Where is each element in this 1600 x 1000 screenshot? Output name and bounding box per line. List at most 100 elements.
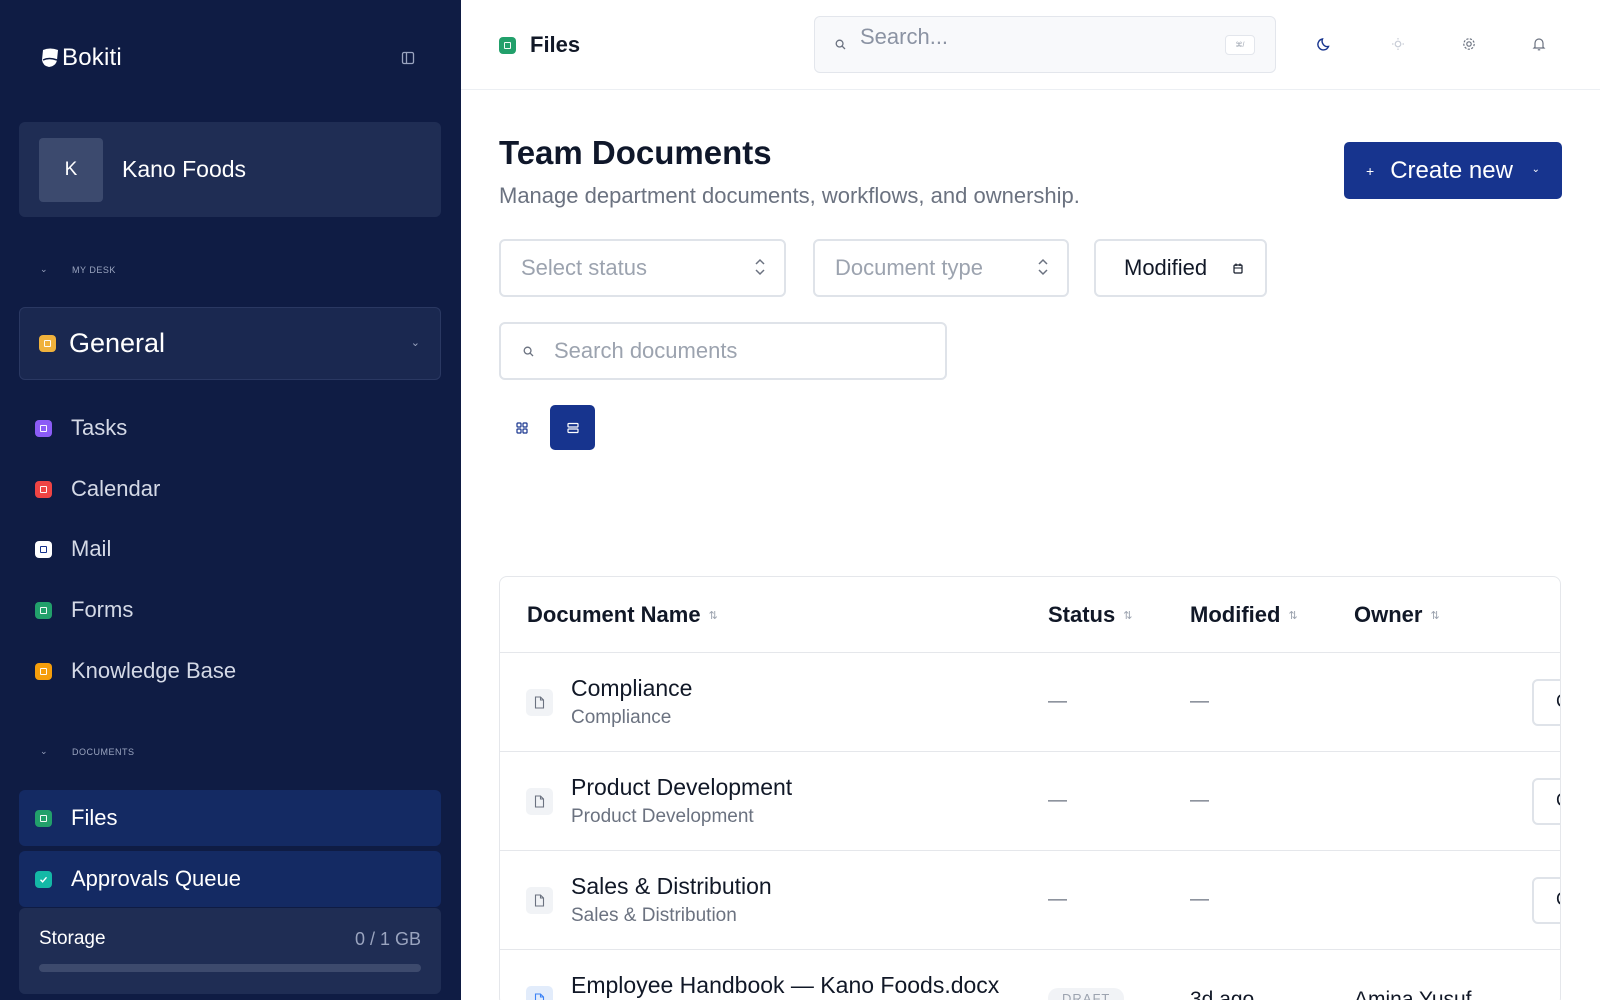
keyboard-shortcut-badge: ⌘/: [1225, 35, 1255, 55]
sidebar-item-tasks[interactable]: Tasks: [19, 400, 441, 456]
table-row[interactable]: Employee Handbook — Kano Foods.docx DRAF…: [500, 950, 1560, 1000]
sort-icon: ⇅: [1430, 609, 1440, 622]
document-icon: [526, 788, 553, 815]
modified-cell: —: [1190, 889, 1209, 910]
list-view-icon: [566, 422, 579, 433]
org-name: Kano Foods: [122, 156, 247, 182]
document-search-input[interactable]: Search documents: [499, 322, 947, 380]
row-action-button[interactable]: C: [1532, 877, 1560, 924]
chevron-up-down-icon: [755, 258, 765, 276]
row-action-button[interactable]: C: [1532, 679, 1560, 726]
brand-name: Bokiti: [62, 44, 122, 71]
section-label: MY DESK: [72, 264, 116, 275]
sun-icon[interactable]: [1390, 36, 1406, 52]
sidebar-item-label: Forms: [71, 597, 134, 622]
sidebar-item-forms[interactable]: Forms: [19, 582, 441, 638]
table-row[interactable]: Compliance Compliance — — C: [500, 653, 1560, 752]
form-icon: [35, 601, 52, 619]
sidebar-item-knowledge-base[interactable]: Knowledge Base: [19, 643, 441, 699]
sort-icon: ⇅: [708, 609, 718, 622]
folder-icon: [39, 335, 56, 352]
column-header-status[interactable]: Status ⇅: [1048, 602, 1132, 628]
document-name[interactable]: Sales & Distribution: [571, 873, 772, 900]
search-icon: [835, 39, 846, 50]
sidebar-item-label: Approvals Queue: [71, 866, 241, 891]
chevron-up-down-icon: [1038, 258, 1048, 276]
chevron-down-icon: ⌄: [40, 746, 49, 756]
status-select[interactable]: Select status: [499, 239, 786, 297]
storage-value: 0 / 1 GB: [354, 928, 421, 949]
collapse-sidebar-icon[interactable]: [400, 50, 416, 66]
section-label: DOCUMENTS: [72, 746, 135, 757]
sidebar-item-files[interactable]: Files: [19, 790, 441, 846]
modified-cell: 3d ago: [1190, 988, 1255, 1000]
chevron-down-icon: ⌄: [1531, 164, 1540, 175]
document-name[interactable]: Employee Handbook — Kano Foods.docx: [571, 972, 999, 999]
top-bar: Files Search... ⌘/: [461, 0, 1600, 90]
document-name[interactable]: Compliance: [571, 675, 692, 702]
section-my-desk[interactable]: ⌄ MY DESK: [40, 264, 116, 275]
status-select-placeholder: Select status: [521, 255, 647, 280]
bell-icon[interactable]: [1531, 36, 1547, 52]
document-icon: [526, 986, 553, 1000]
storage-progress-bar: [39, 964, 421, 972]
sidebar: Bokiti K Kano Foods ⌄ MY DESK General ⌄ …: [0, 0, 461, 1000]
create-new-label: Create new: [1390, 156, 1513, 184]
document-subtitle: Compliance: [571, 707, 672, 728]
calendar-icon: [1233, 263, 1243, 274]
modified-cell: —: [1190, 691, 1209, 712]
gear-icon[interactable]: [1461, 36, 1477, 52]
sort-icon: ⇅: [1123, 609, 1133, 622]
document-icon: [526, 887, 553, 914]
search-placeholder: Search...: [860, 23, 949, 49]
column-label: Status: [1048, 602, 1116, 627]
sidebar-item-label: Tasks: [71, 415, 128, 440]
file-icon: [499, 36, 516, 54]
sidebar-item-mail[interactable]: Mail: [19, 521, 441, 577]
org-switcher[interactable]: K Kano Foods: [19, 122, 441, 217]
global-search-input[interactable]: Search... ⌘/: [814, 16, 1276, 73]
calendar-icon: [35, 480, 52, 498]
list-view-button[interactable]: [550, 405, 595, 450]
sort-icon: ⇅: [1288, 609, 1298, 622]
create-new-button[interactable]: + Create new ⌄: [1344, 142, 1562, 199]
check-icon: [35, 870, 52, 888]
column-label: Modified: [1190, 602, 1281, 627]
documents-table: Document Name ⇅ Status ⇅ Modified ⇅ Owne…: [499, 576, 1561, 1000]
chevron-down-icon: ⌄: [40, 264, 49, 274]
document-type-placeholder: Document type: [835, 255, 983, 280]
modified-cell: —: [1190, 790, 1209, 811]
chevron-down-icon: ⌄: [410, 337, 420, 349]
page-subtitle: Manage department documents, workflows, …: [499, 183, 1080, 208]
column-header-modified[interactable]: Modified ⇅: [1190, 602, 1298, 628]
document-subtitle: Product Development: [571, 806, 754, 827]
table-row[interactable]: Sales & Distribution Sales & Distributio…: [500, 851, 1560, 950]
document-type-select[interactable]: Document type: [813, 239, 1069, 297]
column-header-owner[interactable]: Owner ⇅: [1354, 602, 1440, 628]
sidebar-item-label: Knowledge Base: [71, 658, 237, 683]
column-header-document-name[interactable]: Document Name ⇅: [527, 602, 718, 628]
status-cell: —: [1048, 889, 1067, 910]
status-badge: DRAFT: [1048, 988, 1125, 1000]
sort-select[interactable]: Modified: [1094, 239, 1267, 297]
sidebar-item-calendar[interactable]: Calendar: [19, 461, 441, 517]
moon-icon[interactable]: [1317, 36, 1333, 52]
book-icon: [35, 662, 52, 680]
grid-icon: [515, 421, 528, 434]
general-workspace-dropdown[interactable]: General ⌄: [19, 307, 441, 380]
file-icon: [35, 809, 52, 827]
brand[interactable]: Bokiti: [40, 44, 122, 72]
row-action-button[interactable]: C: [1532, 778, 1560, 825]
column-label: Owner: [1354, 602, 1423, 627]
status-cell: —: [1048, 691, 1067, 712]
sidebar-item-approvals-queue[interactable]: Approvals Queue: [19, 851, 441, 907]
sidebar-item-label: Calendar: [71, 476, 161, 501]
document-name[interactable]: Product Development: [571, 774, 792, 801]
document-subtitle: Sales & Distribution: [571, 905, 737, 926]
status-cell: —: [1048, 790, 1067, 811]
general-label: General: [69, 328, 166, 358]
section-documents[interactable]: ⌄ DOCUMENTS: [40, 746, 135, 757]
grid-view-button[interactable]: [499, 405, 544, 450]
owner-cell: Amina Yusuf: [1354, 988, 1472, 1000]
table-row[interactable]: Product Development Product Development …: [500, 752, 1560, 851]
